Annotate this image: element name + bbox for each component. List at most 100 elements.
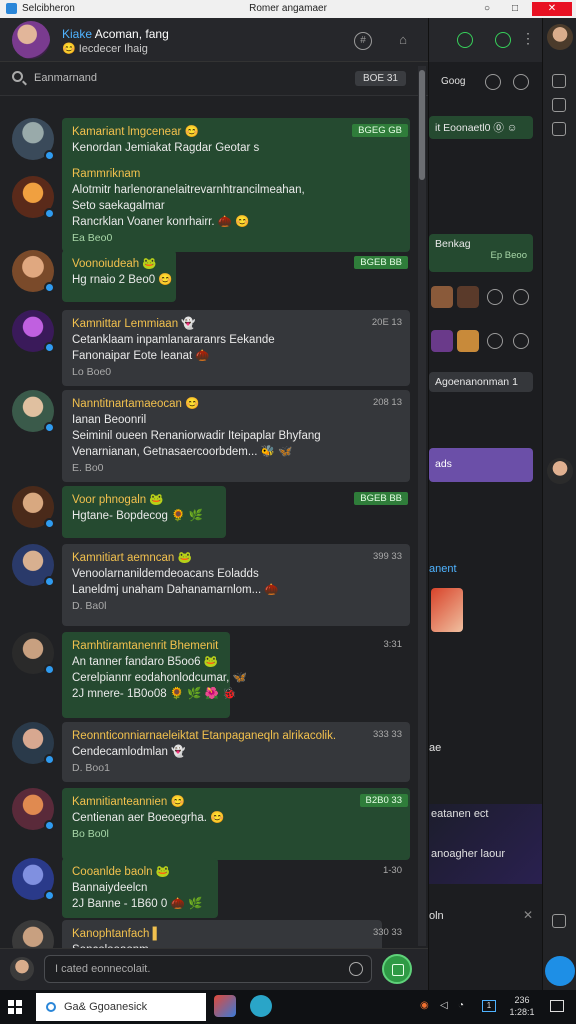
message-bubble[interactable]: Kamnittar Lemmiaan 👻 Cetanklaam inpamlana… — [62, 310, 410, 386]
sender-avatar[interactable] — [12, 632, 55, 675]
message-timestamp: 1-30 — [382, 865, 402, 876]
sender-avatar[interactable] — [12, 920, 54, 948]
message-input-placeholder: I cated eonnecolait. — [55, 963, 151, 975]
scrollbar[interactable] — [418, 66, 426, 946]
sender-avatar[interactable] — [12, 176, 55, 219]
message-bubble[interactable]: Kamariant lmgcenear 😊 Kenordan Jemiakat R… — [62, 118, 410, 252]
side-message-3[interactable]: Agoenanonman 1 — [429, 372, 533, 392]
message-row: Kanophtanfach ▌Sencolooaonm330 33 — [0, 920, 416, 948]
react-icon[interactable] — [487, 289, 503, 305]
sender-avatar[interactable] — [12, 118, 55, 161]
message-sender[interactable]: Reonnticonniarnaeleiktat Etanpaganeqln a… — [72, 728, 400, 744]
message-bubble[interactable]: Cooanlde baoln 🐸 Bannaiydeelcn 2J Banne - … — [62, 858, 218, 918]
more-icon[interactable]: ⋮ — [521, 30, 535, 47]
message-sender[interactable]: Kamnitianteannien 😊 — [72, 794, 400, 810]
refresh-icon[interactable] — [457, 32, 473, 48]
wifi-icon[interactable]: ◔ — [458, 1000, 464, 1011]
contact-avatar[interactable] — [547, 458, 573, 484]
maximize-button[interactable]: □ — [506, 2, 524, 16]
message-timestamp: B2B0 33 — [359, 794, 408, 807]
message-bubble[interactable]: Voor phnogaln 🐸 Hgtane- Bopdecog 🌻 🌿 — [62, 486, 226, 538]
sender-avatar[interactable] — [12, 722, 55, 765]
close-button[interactable]: ✕ — [532, 2, 572, 16]
share-icon-2[interactable] — [513, 333, 529, 349]
message-sender[interactable]: Kamariant lmgcenear 😊 — [72, 124, 400, 140]
tray-badge-icon[interactable]: 1 — [482, 1000, 496, 1012]
message-sender[interactable]: Kamnittar Lemmiaan 👻 — [72, 316, 400, 332]
side-link[interactable]: anent — [429, 563, 457, 575]
search-icon[interactable] — [12, 71, 23, 82]
sender-avatar[interactable] — [12, 250, 55, 293]
message-sender[interactable]: Voonoiudeah 🐸 — [72, 256, 166, 272]
my-avatar[interactable] — [10, 957, 34, 981]
tray-icon-2[interactable]: ◁ — [440, 1000, 448, 1011]
taskbar-app-2[interactable] — [250, 995, 272, 1017]
taskbar-app-1[interactable] — [214, 995, 236, 1017]
message-input[interactable]: I cated eonnecolait. — [44, 955, 372, 983]
group-avatar[interactable] — [12, 21, 50, 59]
sender-avatar[interactable] — [12, 310, 55, 353]
taskbar-search[interactable]: Ga& Ggoanesick — [36, 993, 206, 1021]
message-sender[interactable]: Kanophtanfach ▌ — [72, 926, 372, 942]
sender-avatar[interactable] — [12, 486, 55, 529]
history-icon[interactable] — [552, 98, 566, 112]
side-card[interactable]: eatanen ect anoagher laour — [429, 804, 543, 884]
message-sender[interactable]: Voor phnogaln 🐸 — [72, 492, 216, 508]
start-icon[interactable] — [8, 1000, 22, 1014]
right-rail — [542, 18, 576, 990]
message-sender[interactable]: Cooanlde baoln 🐸 — [72, 864, 208, 880]
side-message-2[interactable]: Benkag Ep Beoo — [429, 234, 533, 272]
message-bubble[interactable]: Kamnitiart aemncan 🐸 Venoolarnanildemdeoa… — [62, 544, 410, 626]
new-chat-button[interactable] — [545, 956, 575, 986]
side-message-1[interactable]: it Eoonaetl0 ⓪ ☺ — [429, 116, 533, 139]
message-bubble[interactable]: Nanntitnartamaeocan 😊 Ianan Beoonril Seimi… — [62, 390, 410, 482]
sender-avatar[interactable] — [12, 858, 55, 901]
user-icon[interactable] — [485, 74, 501, 90]
thumb-avatar-2[interactable] — [457, 286, 479, 308]
notification-icon[interactable] — [550, 1000, 564, 1012]
thumb-avatar-3[interactable] — [431, 330, 453, 352]
sender-avatar[interactable] — [12, 788, 55, 831]
message-row: Reonnticonniarnaeleiktat Etanpaganeqln a… — [0, 722, 416, 782]
grid-icon[interactable]: # — [354, 32, 372, 50]
verified-icon — [44, 820, 55, 831]
message-sender[interactable]: Kamnitiart aemncan 🐸 — [72, 550, 400, 566]
copy-icon[interactable] — [552, 914, 566, 928]
chat-panel: Kiake Acoman, fang 😊 Iecdecer Ihaig # ⌂ … — [0, 18, 428, 948]
bell-outline-icon[interactable] — [513, 74, 529, 90]
minimize-button[interactable]: ○ — [478, 2, 496, 16]
message-bubble[interactable]: Voonoiudeah 🐸 Hg rnaio 2 Beo0 😊 — [62, 250, 176, 302]
search-input[interactable]: Eanmarnand — [34, 72, 97, 84]
verified-icon — [44, 754, 55, 765]
sender-avatar[interactable] — [12, 390, 55, 433]
side-image[interactable] — [431, 588, 463, 632]
chat-subtitle: 😊 Iecdecer Ihaig — [62, 43, 148, 55]
dropdown-icon[interactable] — [349, 962, 363, 976]
message-bubble[interactable]: Kanophtanfach ▌Sencolooaonm — [62, 920, 382, 948]
message-sender[interactable]: Rammriknam — [72, 166, 400, 182]
side-message-2-time: Ep Beoo — [490, 250, 527, 261]
message-sender[interactable]: Nanntitnartamaeocan 😊 — [72, 396, 400, 412]
side-card-text: anoagher laour — [431, 848, 506, 860]
taskbar-search-icon — [46, 1002, 56, 1012]
thumb-avatar-1[interactable] — [431, 286, 453, 308]
send-button[interactable] — [382, 954, 412, 984]
share-icon[interactable] — [513, 289, 529, 305]
react-icon-2[interactable] — [487, 333, 503, 349]
close-icon[interactable]: ✕ — [523, 908, 533, 922]
chat-icon[interactable] — [552, 74, 566, 88]
message-bubble[interactable]: Ramhtiramtanenrit Bhemenit An tanner fand… — [62, 632, 247, 718]
message-bubble[interactable]: Reonnticonniarnaeleiktat Etanpaganeqln a… — [62, 722, 410, 782]
sender-avatar[interactable] — [12, 544, 55, 587]
profile-avatar[interactable] — [547, 24, 573, 50]
settings-icon[interactable] — [552, 122, 566, 136]
message-sender[interactable]: Ramhtiramtanenrit Bhemenit — [72, 638, 220, 654]
side-message-4[interactable]: ads — [429, 448, 533, 482]
scrollbar-thumb[interactable] — [419, 70, 425, 180]
thumb-avatar-4[interactable] — [457, 330, 479, 352]
tray-icon-1[interactable]: ◉ — [420, 1000, 429, 1011]
clock[interactable]: 236 1:28:1 — [508, 994, 536, 1018]
circle-icon[interactable] — [495, 32, 511, 48]
bell-icon[interactable]: ⌂ — [394, 32, 412, 50]
message-bubble[interactable]: Kamnitianteannien 😊 Centienan aer Boeoegr… — [62, 788, 410, 860]
